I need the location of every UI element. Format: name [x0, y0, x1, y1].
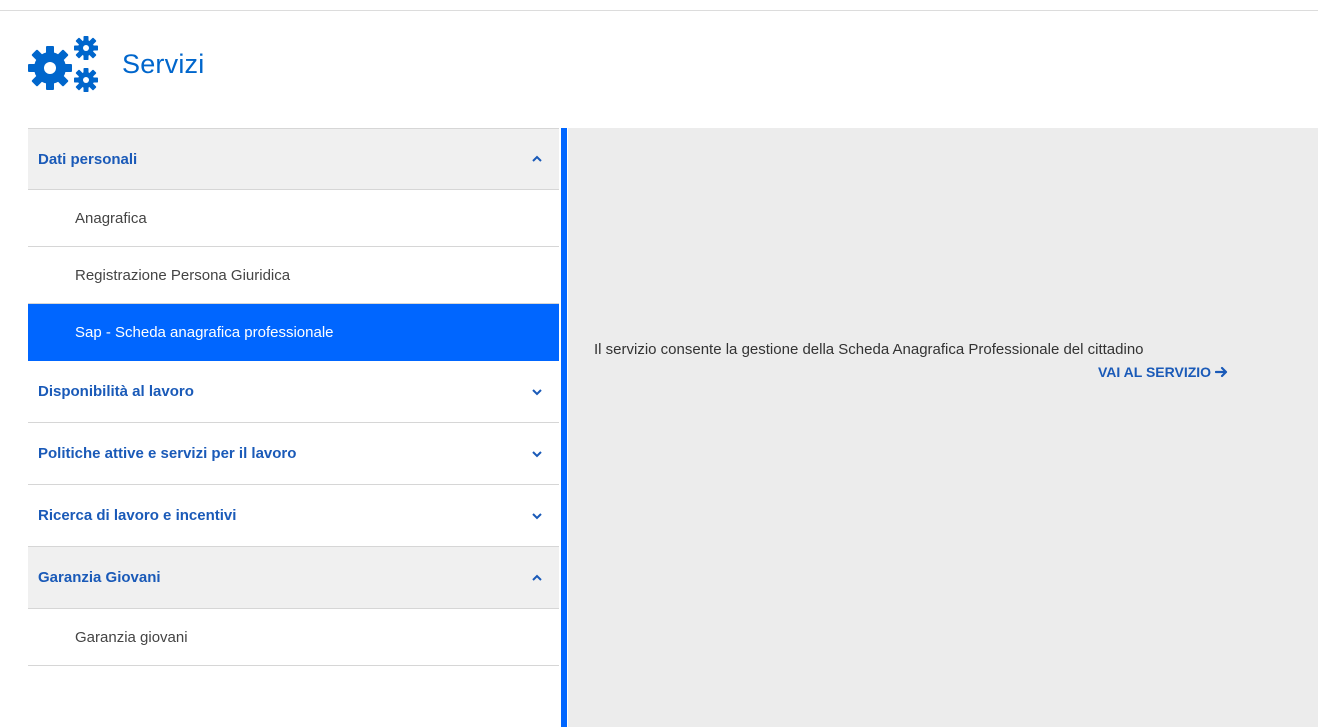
page-title: Servizi: [122, 48, 205, 79]
go-to-service-link[interactable]: VAI AL SERVIZIO: [1098, 364, 1229, 380]
go-to-service-label: VAI AL SERVIZIO: [1098, 364, 1212, 380]
page-header: Servizi: [24, 34, 204, 94]
top-divider: [0, 10, 1318, 11]
services-layout: Dati personali Anagrafica Registrazione …: [28, 128, 1318, 727]
menu-item-garanzia-giovani[interactable]: Garanzia giovani: [28, 609, 559, 666]
menu-item-sap[interactable]: Sap - Scheda anagrafica professionale: [28, 304, 559, 361]
menu-item-anagrafica[interactable]: Anagrafica: [28, 190, 559, 247]
menu-section-garanzia-giovani[interactable]: Garanzia Giovani: [28, 547, 559, 609]
menu-section-disponibilita-al-lavoro[interactable]: Disponibilità al lavoro: [28, 361, 559, 423]
chevron-down-icon: [532, 450, 542, 457]
menu-section-label: Disponibilità al lavoro: [38, 383, 194, 400]
chevron-down-icon: [532, 512, 542, 519]
arrow-right-icon: [1215, 366, 1228, 378]
menu-section-dati-personali[interactable]: Dati personali: [28, 128, 559, 190]
service-detail-panel: Il servizio consente la gestione della S…: [568, 128, 1318, 727]
menu-section-label: Ricerca di lavoro e incentivi: [38, 507, 237, 524]
menu-item-label: Sap - Scheda anagrafica professionale: [75, 323, 334, 341]
menu-section-label: Garanzia Giovani: [38, 569, 161, 586]
gears-icon: [28, 36, 98, 92]
menu-item-label: Anagrafica: [75, 209, 147, 227]
menu-section-politiche-attive[interactable]: Politiche attive e servizi per il lavoro: [28, 423, 559, 485]
chevron-up-icon: [532, 574, 542, 581]
chevron-down-icon: [532, 388, 542, 395]
active-divider: [561, 128, 567, 727]
menu-section-label: Politiche attive e servizi per il lavoro: [38, 445, 297, 462]
menu-item-registrazione-persona-giuridica[interactable]: Registrazione Persona Giuridica: [28, 247, 559, 304]
menu-item-label: Registrazione Persona Giuridica: [75, 266, 291, 284]
services-menu: Dati personali Anagrafica Registrazione …: [28, 128, 559, 666]
service-description: Il servizio consente la gestione della S…: [594, 341, 1144, 358]
menu-section-ricerca-di-lavoro[interactable]: Ricerca di lavoro e incentivi: [28, 485, 559, 547]
menu-section-label: Dati personali: [38, 150, 138, 168]
chevron-up-icon: [532, 155, 542, 162]
menu-item-label: Garanzia giovani: [75, 628, 188, 646]
